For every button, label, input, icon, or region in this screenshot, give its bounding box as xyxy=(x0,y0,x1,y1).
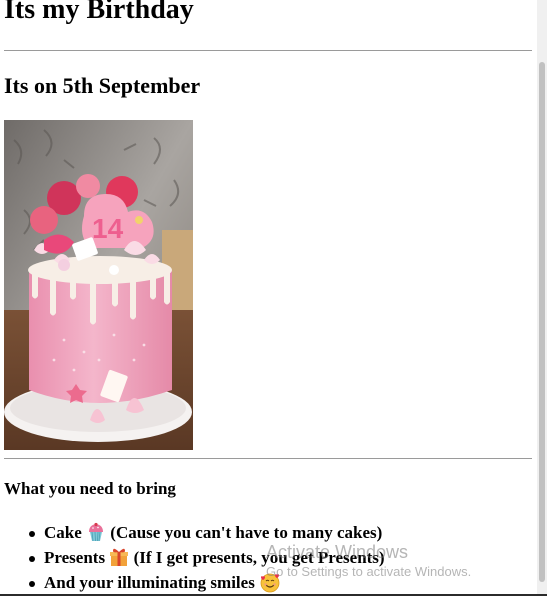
list-item: Cake (Cause you can't have to many cakes… xyxy=(29,522,385,547)
smiling-face-hearts-icon xyxy=(259,572,280,593)
list-item-note: (Cause you can't have to many cakes) xyxy=(110,523,383,542)
page-title: Its my Birthday xyxy=(4,0,194,25)
list-item-label: Cake xyxy=(44,523,82,542)
list-item-note: (If I get presents, you get Presents) xyxy=(133,548,385,567)
list-item: Presents (If I get presents, you get Pre… xyxy=(29,547,385,572)
cupcake-icon xyxy=(86,522,106,542)
cake-topper-number: 14 xyxy=(92,213,124,244)
birthday-cake-image: 14 xyxy=(4,120,193,450)
divider-top xyxy=(4,50,532,51)
scrollbar-thumb[interactable] xyxy=(539,62,545,582)
gift-icon xyxy=(109,547,129,567)
list-item-label: Presents xyxy=(44,548,106,567)
list-item-label: And your illuminating smiles xyxy=(44,573,255,592)
page-subtitle: Its on 5th September xyxy=(4,73,201,98)
vertical-scrollbar[interactable] xyxy=(537,0,547,596)
divider-bottom xyxy=(4,458,532,459)
bring-list: Cake (Cause you can't have to many cakes… xyxy=(4,522,385,597)
bring-heading: What you need to bring xyxy=(4,479,176,498)
